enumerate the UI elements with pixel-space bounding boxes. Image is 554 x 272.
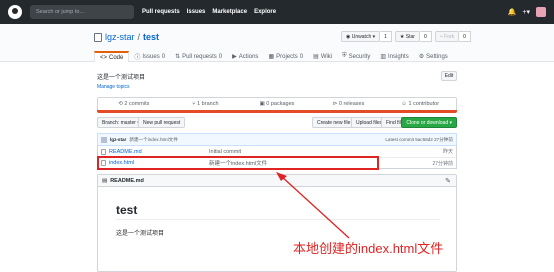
repo-name-link[interactable]: test [143,32,159,42]
tab-security-label: Security [348,53,371,60]
repo-separator: / [137,32,141,42]
readme-panel: ▤ README.md ✎ test 这是一个测试项目 [97,174,457,272]
watch-count[interactable]: 1 [380,31,392,42]
repo-title: lgz-star / test [94,32,159,42]
readme-title: test [116,203,138,217]
repo-description: 这是一个测试项目 [97,75,146,81]
file-age: 昨天 [442,149,453,155]
unwatch-label: Unwatch ▾ [351,33,376,40]
gear-icon: ⚙ [418,54,425,60]
branch-toolbar: Branch: master ▾ New pull request Create… [97,117,457,128]
commit-message[interactable]: 新建一个index.html文件 [129,137,178,143]
new-pull-request-button[interactable]: New pull request [138,117,186,128]
tab-settings[interactable]: ⚙ Settings [414,51,453,62]
branch-label: 1 branch [197,101,219,107]
tab-pull-requests-label: Pull requests [182,53,217,60]
file-commit-message[interactable]: Initial commit [209,149,379,155]
nav-issues[interactable]: Issues [187,9,206,15]
tab-code-label: Code [109,54,124,61]
edit-description-button[interactable]: Edit [441,71,457,81]
create-new-file-button[interactable]: Create new file [312,117,356,128]
star-label: Star [405,33,415,40]
releases-stat[interactable]: ⊳ 0 releases [313,101,385,107]
contributors-stat[interactable]: ☺ 1 contributor [384,101,456,107]
tab-settings-label: Settings [426,53,448,60]
nav-pull-requests[interactable]: Pull requests [142,9,180,15]
top-navbar: Search or jump to... Pull requests Issue… [0,0,554,24]
repo-stats: ⟲ 2 commits ⑂ 1 branch ▣ 0 packages ⊳ 0 … [97,97,457,111]
play-icon: ▶ [232,54,237,60]
commit-author-avatar[interactable] [101,136,107,143]
file-age: 27分钟前 [432,160,453,167]
commit-author[interactable]: lgz-star [110,137,126,142]
pencil-icon[interactable]: ✎ [445,177,451,185]
shield-icon: ⛨ [342,53,347,59]
tab-issues-count: 0 [161,53,166,60]
star-count[interactable]: 0 [419,31,432,42]
star-button[interactable]: ★ Star [394,31,420,42]
annotation-text: 本地创建的index.html文件 [293,241,444,256]
tab-issues-label: Issues [142,53,160,60]
readme-header: ▤ README.md [98,175,456,187]
issue-icon: ⓘ [134,55,141,61]
tab-projects-count: 0 [299,53,304,60]
readme-body: 这是一个测试项目 [116,231,165,237]
commits-stat[interactable]: ⟲ 2 commits [98,101,170,107]
latest-commit-info[interactable]: Latest commit 5ac58d2 27分钟前 [385,137,453,143]
bell-icon[interactable]: 🔔 [508,8,517,16]
file-name-link[interactable]: README.md [109,149,142,155]
fork-label: Fork [444,33,455,40]
repo-actions: ◉ Unwatch ▾ 1 ★ Star 0 ⑂ Fork 0 [341,31,471,42]
branch-stat[interactable]: ⑂ 1 branch [170,101,242,107]
avatar[interactable] [536,7,546,17]
top-nav: Pull requests Issues Marketplace Explore [142,9,276,15]
nav-marketplace[interactable]: Marketplace [212,9,247,15]
fork-button[interactable]: ⑂ Fork [434,31,460,42]
tab-code[interactable]: <> Code [94,51,130,62]
tab-projects-label: Projects [276,53,298,60]
manage-topics-link[interactable]: Manage topics [97,84,130,90]
tab-actions-label: Actions [238,53,259,60]
book-icon: ▤ [313,54,319,60]
repo-owner-link[interactable]: lgz-star [105,32,135,42]
book-icon: ▤ [102,177,108,184]
tab-projects[interactable]: ▦ Projects 0 [263,51,308,62]
fork-count[interactable]: 0 [459,31,471,42]
github-logo-icon[interactable] [8,5,22,19]
releases-label: 0 releases [338,101,365,107]
repo-header: lgz-star / test ◉ Unwatch ▾ 1 ★ Star 0 ⑂… [0,24,554,62]
graph-icon: ▥ [380,54,387,60]
latest-commit-bar: lgz-star 新建一个index.html文件 Latest commit … [97,133,457,145]
plus-icon[interactable]: +▾ [522,8,530,16]
tab-insights[interactable]: ▥ Insights [375,51,413,62]
commits-label: 2 commits [124,101,150,107]
tab-actions[interactable]: ▶ Actions [227,51,263,62]
clone-download-button[interactable]: Clone or download ▾ [401,117,457,128]
repo-tabs: <> Code ⓘ Issues 0 ⇅ Pull requests 0 ▶ Actions… [94,51,453,62]
tab-insights-label: Insights [388,53,409,60]
tab-wiki[interactable]: ▤ Wiki [308,51,337,62]
top-right-controls: 🔔 +▾ [508,7,546,17]
highlight-box [97,156,379,170]
readme-filename: README.md [110,177,144,184]
code-icon: <> [100,54,108,61]
language-bar[interactable] [97,110,457,113]
nav-explore[interactable]: Explore [254,9,276,15]
repo-icon [94,32,102,42]
tab-wiki-label: Wiki [320,53,333,60]
readme-divider [116,219,440,220]
packages-label: 0 packages [266,101,295,107]
tab-pull-requests-count: 0 [218,53,223,60]
tab-security[interactable]: ⛨ Security [337,51,375,62]
contributors-label: 1 contributor [408,101,440,107]
unwatch-button[interactable]: ◉ Unwatch ▾ [341,31,381,42]
search-input[interactable]: Search or jump to... [30,5,134,19]
tab-issues[interactable]: ⓘ Issues 0 [129,51,170,62]
tab-pull-requests[interactable]: ⇅ Pull requests 0 [170,51,227,62]
file-icon [101,148,106,155]
project-icon: ▦ [268,54,275,60]
packages-stat[interactable]: ▣ 0 packages [241,101,313,107]
pull-request-icon: ⇅ [175,54,181,60]
